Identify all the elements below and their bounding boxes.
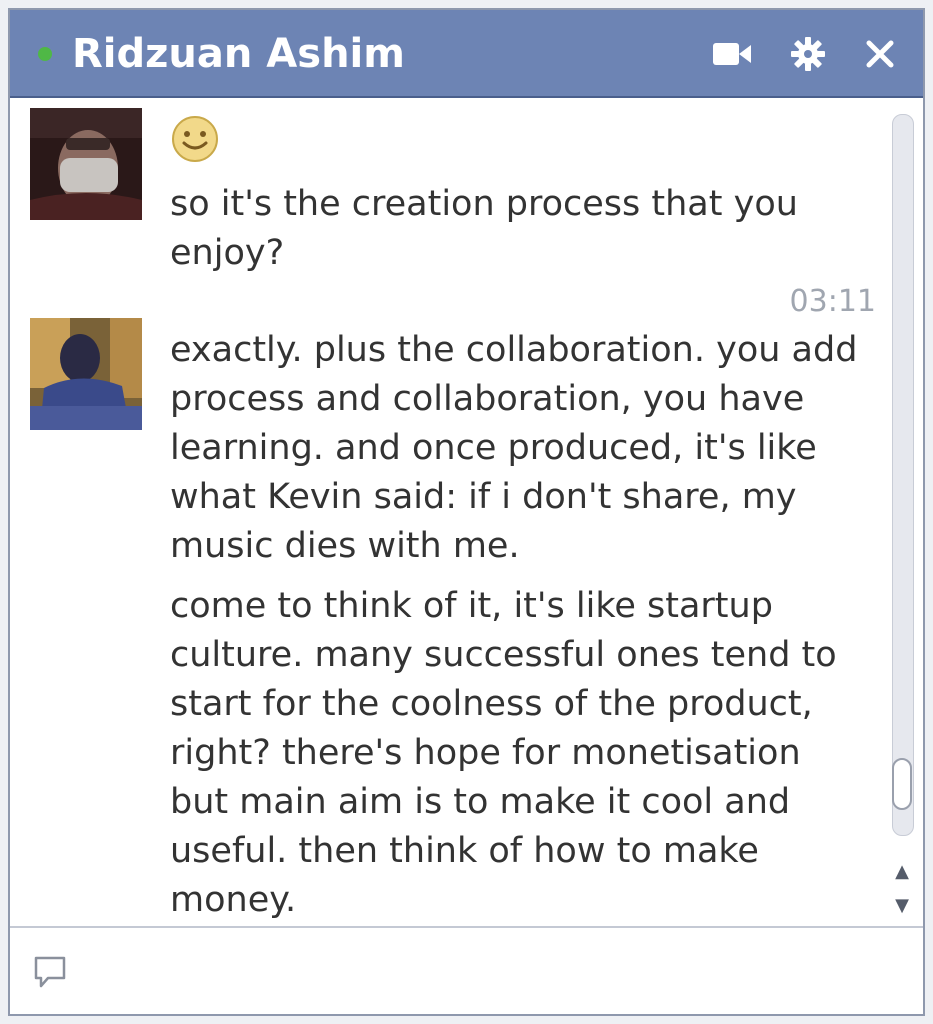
message-input[interactable] bbox=[80, 942, 904, 1002]
contact-name[interactable]: Ridzuan Ashim bbox=[72, 28, 405, 80]
scroll-down-arrow-icon[interactable]: ▼ bbox=[890, 894, 914, 918]
scroll-up-arrow-icon[interactable]: ▲ bbox=[890, 860, 914, 884]
message-composer bbox=[10, 926, 923, 1014]
message-scrollbar[interactable]: ▲ ▼ bbox=[880, 98, 923, 926]
close-icon[interactable] bbox=[858, 32, 902, 76]
scrollbar-thumb[interactable] bbox=[892, 758, 912, 810]
chat-message: so it's the creation process that you en… bbox=[170, 184, 798, 273]
smile-emoji-icon bbox=[170, 114, 220, 164]
chat-window: Ridzuan Ashim so it's the creation proce… bbox=[8, 8, 925, 1016]
online-status-icon bbox=[38, 47, 52, 61]
message-list[interactable]: so it's the creation process that you en… bbox=[10, 98, 880, 926]
contact-avatar[interactable] bbox=[30, 108, 142, 220]
chat-message: come to think of it, it's like startup c… bbox=[170, 586, 837, 920]
scrollbar-track[interactable] bbox=[892, 114, 914, 836]
chat-titlebar[interactable]: Ridzuan Ashim bbox=[10, 10, 923, 98]
video-call-icon[interactable] bbox=[710, 32, 754, 76]
message-timestamp: 03:11 bbox=[789, 284, 876, 319]
chat-message: exactly. plus the collaboration. you add… bbox=[170, 330, 858, 566]
settings-gear-icon[interactable] bbox=[786, 32, 830, 76]
speech-bubble-icon bbox=[32, 954, 68, 990]
user-avatar[interactable] bbox=[30, 318, 142, 430]
